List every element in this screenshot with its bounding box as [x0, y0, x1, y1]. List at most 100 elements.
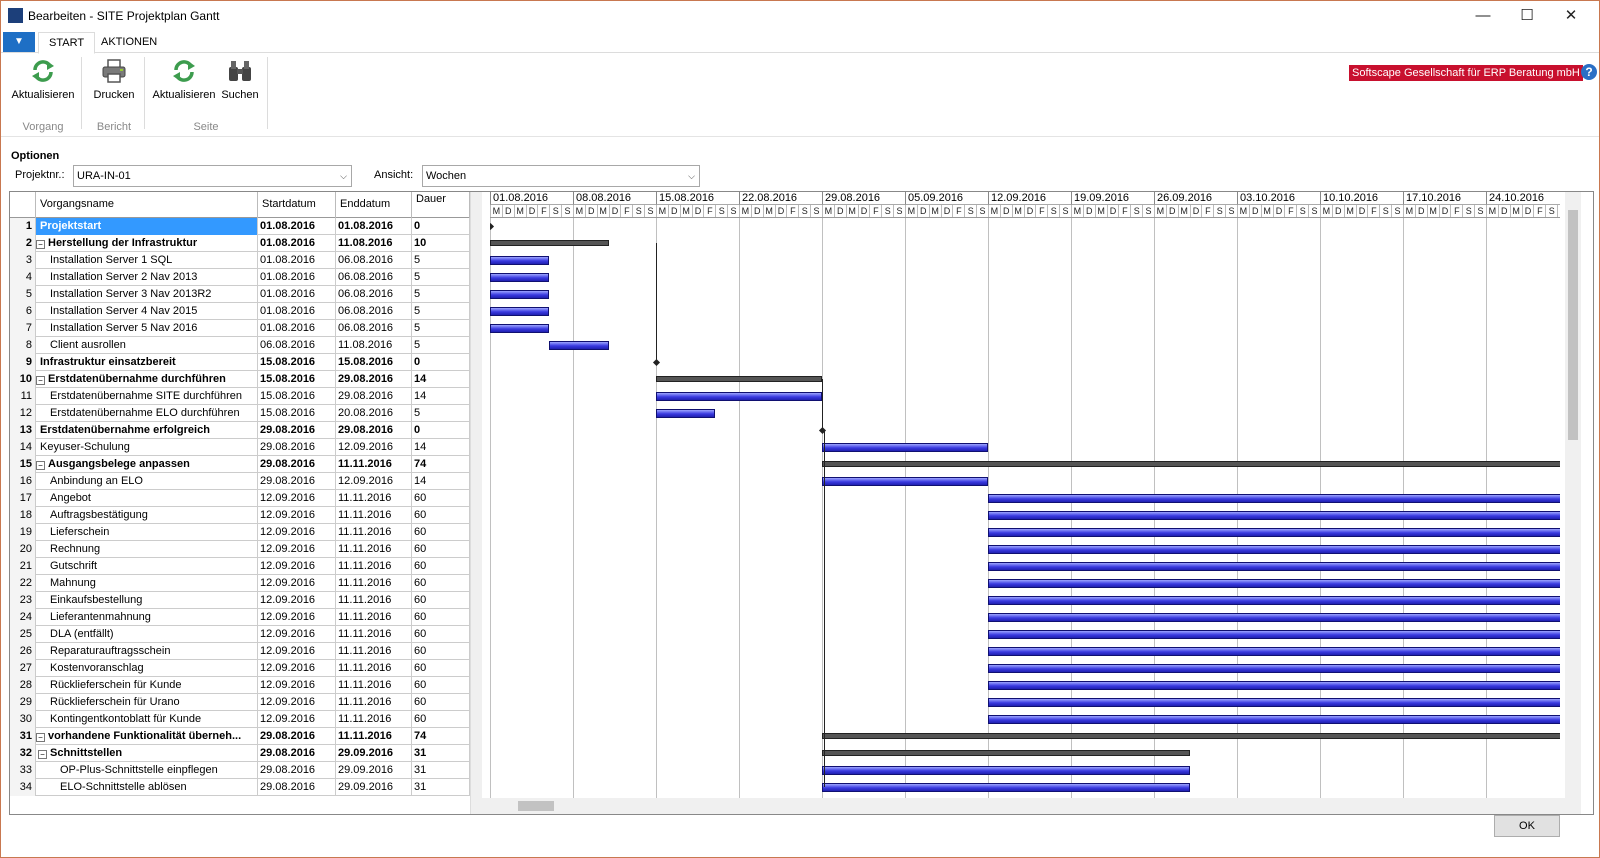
start-date[interactable]: 06.08.2016 [258, 337, 336, 354]
table-row[interactable]: 26 Reparaturauftragsschein 12.09.2016 11.11… [10, 643, 478, 660]
summary-bar[interactable] [822, 750, 1190, 756]
task-bar[interactable] [490, 290, 550, 299]
duration[interactable]: 0 [412, 218, 470, 235]
end-date[interactable]: 11.11.2016 [336, 643, 412, 660]
scrollbar-thumb[interactable] [518, 801, 554, 811]
start-date[interactable]: 01.08.2016 [258, 218, 336, 235]
end-date[interactable]: 06.08.2016 [336, 320, 412, 337]
task-bar[interactable] [988, 647, 1560, 656]
start-date[interactable]: 29.08.2016 [258, 745, 336, 762]
task-name[interactable]: Mahnung [36, 575, 258, 592]
header-duration[interactable]: Dauer [412, 192, 470, 218]
end-date[interactable]: 29.08.2016 [336, 371, 412, 388]
end-date[interactable]: 01.08.2016 [336, 218, 412, 235]
table-row[interactable]: 15− Ausgangsbelege anpassen 29.08.2016 11.1… [10, 456, 478, 473]
collapse-icon[interactable]: − [36, 733, 45, 742]
gantt-vertical-scrollbar[interactable] [1565, 192, 1581, 798]
task-bar[interactable] [490, 256, 550, 265]
minimize-button[interactable]: — [1461, 3, 1505, 29]
task-bar[interactable] [988, 562, 1560, 571]
task-bar[interactable] [988, 664, 1560, 673]
duration[interactable]: 60 [412, 507, 470, 524]
end-date[interactable]: 11.11.2016 [336, 541, 412, 558]
duration[interactable]: 14 [412, 439, 470, 456]
table-row[interactable]: 25 DLA (entfällt) 12.09.2016 11.11.2016 60 [10, 626, 478, 643]
summary-bar[interactable] [490, 240, 609, 246]
start-date[interactable]: 12.09.2016 [258, 677, 336, 694]
task-bar[interactable] [988, 715, 1560, 724]
task-name[interactable]: Installation Server 2 Nav 2013 [36, 269, 258, 286]
start-date[interactable]: 12.09.2016 [258, 660, 336, 677]
table-row[interactable]: 31− vorhandene Funktionalität überneh... 2… [10, 728, 478, 745]
table-row[interactable]: 33 OP-Plus-Schnittstelle einpflegen 29.08.… [10, 762, 478, 779]
duration[interactable]: 10 [412, 235, 470, 252]
task-bar[interactable] [490, 324, 550, 333]
duration[interactable]: 0 [412, 354, 470, 371]
start-date[interactable]: 12.09.2016 [258, 541, 336, 558]
refresh-task-button[interactable]: Aktualisieren [10, 57, 76, 101]
duration[interactable]: 14 [412, 473, 470, 490]
task-name[interactable]: Auftragsbestätigung [36, 507, 258, 524]
end-date[interactable]: 29.09.2016 [336, 745, 412, 762]
end-date[interactable]: 11.11.2016 [336, 507, 412, 524]
duration[interactable]: 5 [412, 405, 470, 422]
duration[interactable]: 14 [412, 388, 470, 405]
end-date[interactable]: 06.08.2016 [336, 286, 412, 303]
task-bar[interactable] [988, 630, 1560, 639]
table-row[interactable]: 34 ELO-Schnittstelle ablösen 29.08.2016 29.… [10, 779, 478, 796]
table-row[interactable]: 12 Erstdatenübernahme ELO durchführen 15.0… [10, 405, 478, 422]
end-date[interactable]: 11.11.2016 [336, 694, 412, 711]
end-date[interactable]: 06.08.2016 [336, 252, 412, 269]
end-date[interactable]: 06.08.2016 [336, 269, 412, 286]
task-bar[interactable] [988, 511, 1560, 520]
duration[interactable]: 60 [412, 643, 470, 660]
duration[interactable]: 31 [412, 745, 470, 762]
scrollbar-thumb[interactable] [1568, 210, 1578, 440]
start-date[interactable]: 12.09.2016 [258, 558, 336, 575]
end-date[interactable]: 11.11.2016 [336, 660, 412, 677]
duration[interactable]: 60 [412, 524, 470, 541]
start-date[interactable]: 12.09.2016 [258, 694, 336, 711]
task-name[interactable]: − Ausgangsbelege anpassen [36, 456, 258, 473]
start-date[interactable]: 01.08.2016 [258, 252, 336, 269]
table-row[interactable]: 28 Rücklieferschein für Kunde 12.09.2016 11… [10, 677, 478, 694]
duration[interactable]: 31 [412, 779, 470, 796]
end-date[interactable]: 29.08.2016 [336, 422, 412, 439]
duration[interactable]: 5 [412, 252, 470, 269]
duration[interactable]: 60 [412, 677, 470, 694]
task-name[interactable]: Installation Server 3 Nav 2013R2 [36, 286, 258, 303]
task-bar[interactable] [822, 766, 1190, 775]
task-name[interactable]: Gutschrift [36, 558, 258, 575]
task-name[interactable]: Rücklieferschein für Kunde [36, 677, 258, 694]
milestone-marker[interactable] [490, 222, 495, 231]
table-scrollbar[interactable] [470, 192, 482, 814]
tab-start[interactable]: START [38, 32, 96, 54]
task-bar[interactable] [490, 307, 550, 316]
table-row[interactable]: 10− Erstdatenübernahme durchführen 15.08.2… [10, 371, 478, 388]
end-date[interactable]: 11.11.2016 [336, 609, 412, 626]
end-date[interactable]: 06.08.2016 [336, 303, 412, 320]
end-date[interactable]: 11.11.2016 [336, 456, 412, 473]
table-row[interactable]: 27 Kostenvoranschlag 12.09.2016 11.11.2016 6… [10, 660, 478, 677]
ok-button[interactable]: OK [1494, 815, 1560, 837]
task-name[interactable]: Installation Server 1 SQL [36, 252, 258, 269]
duration[interactable]: 31 [412, 762, 470, 779]
task-bar[interactable] [822, 443, 988, 452]
start-date[interactable]: 15.08.2016 [258, 371, 336, 388]
summary-bar[interactable] [822, 461, 1560, 467]
duration[interactable]: 60 [412, 592, 470, 609]
task-name[interactable]: Installation Server 5 Nav 2016 [36, 320, 258, 337]
task-name[interactable]: Lieferantenmahnung [36, 609, 258, 626]
task-name[interactable]: DLA (entfällt) [36, 626, 258, 643]
task-bar[interactable] [988, 613, 1560, 622]
table-row[interactable]: 32− Schnittstellen 29.08.2016 29.09.2016 31 [10, 745, 478, 762]
end-date[interactable]: 11.08.2016 [336, 235, 412, 252]
start-date[interactable]: 12.09.2016 [258, 609, 336, 626]
file-menu-button[interactable]: ▼ [3, 32, 35, 52]
table-row[interactable]: 16 Anbindung an ELO 29.08.2016 12.09.2016 14 [10, 473, 478, 490]
duration[interactable]: 60 [412, 626, 470, 643]
start-date[interactable]: 01.08.2016 [258, 303, 336, 320]
summary-bar[interactable] [822, 733, 1560, 739]
task-bar[interactable] [656, 409, 716, 418]
duration[interactable]: 5 [412, 337, 470, 354]
